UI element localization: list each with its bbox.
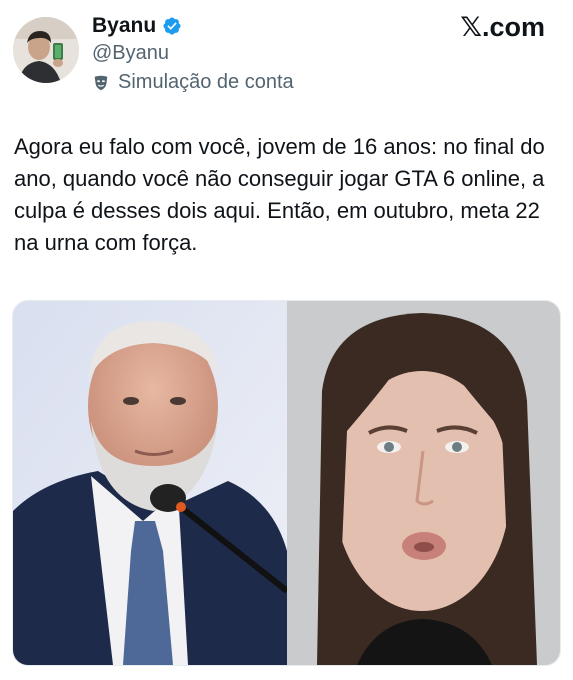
author-handle[interactable]: @Byanu: [92, 42, 169, 65]
media-photo-2[interactable]: [287, 301, 560, 665]
author-name-row: Byanu: [92, 14, 182, 38]
theater-mask-icon: [92, 74, 110, 92]
tweet-text: Agora eu falo com você, jovem de 16 anos…: [14, 134, 545, 255]
verified-badge-icon: [162, 16, 182, 36]
tweet-media[interactable]: [12, 300, 561, 666]
tweet-card: Byanu @Byanu Simulação de conta 𝕏.com Ag…: [0, 0, 573, 680]
author-display-name[interactable]: Byanu: [92, 14, 156, 38]
author-avatar[interactable]: [13, 17, 79, 83]
x-brand-logo: 𝕏.com: [460, 12, 545, 42]
account-label-text: Simulação de conta: [118, 71, 294, 93]
media-photo-1[interactable]: [13, 301, 287, 665]
account-label: Simulação de conta: [92, 71, 294, 94]
